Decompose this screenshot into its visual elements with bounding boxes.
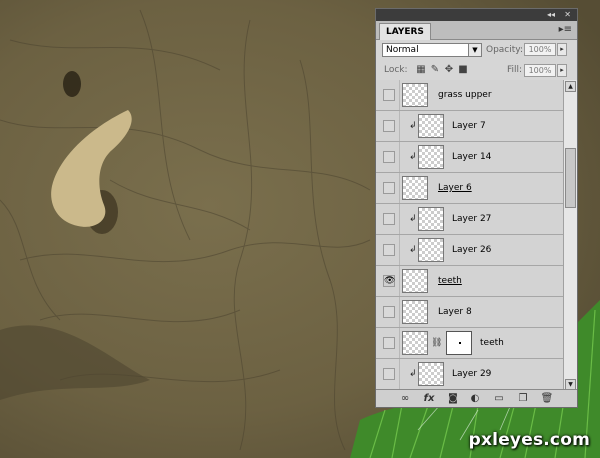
close-icon[interactable]: ✕ <box>564 9 571 21</box>
layer-name: grass upper <box>438 90 492 100</box>
layer-row[interactable]: 👁 teeth <box>376 266 563 297</box>
layer-name: Layer 6 <box>438 183 472 193</box>
layer-row[interactable]: ↲ Layer 29 <box>376 359 563 390</box>
lock-transparent-icon[interactable]: ▦ <box>416 64 426 75</box>
panel-menu-icon[interactable]: ▸≡ <box>559 23 572 37</box>
blend-mode-value: Normal <box>386 45 419 55</box>
eye-icon[interactable]: 👁 <box>383 275 395 287</box>
opacity-stepper[interactable]: ▸ <box>557 43 567 56</box>
layer-thumbnail <box>402 300 428 324</box>
layers-panel: ◂◂ ✕ LAYERS ▸≡ Normal ▼ Opacity: 100% ▸ … <box>375 8 578 408</box>
layer-thumbnail <box>402 331 428 355</box>
layer-name: Layer 26 <box>452 245 492 255</box>
layer-row[interactable]: Layer 6 <box>376 173 563 204</box>
layer-row[interactable]: ⛓ teeth <box>376 328 563 359</box>
group-folder-icon[interactable]: ▭ <box>492 392 506 405</box>
link-layers-icon[interactable]: ∞ <box>398 392 412 405</box>
visibility-toggle[interactable] <box>383 89 395 101</box>
visibility-toggle[interactable] <box>383 151 395 163</box>
layer-name: teeth <box>438 276 462 286</box>
clip-arrow-icon: ↲ <box>409 214 417 224</box>
layer-name: Layer 7 <box>452 121 486 131</box>
clip-arrow-icon: ↲ <box>409 152 417 162</box>
layer-thumbnail <box>418 145 444 169</box>
layer-row[interactable]: ↲ Layer 27 <box>376 204 563 235</box>
layers-list: grass upper ↲ Layer 7 ↲ Layer 14 Layer 6… <box>376 80 563 391</box>
clip-arrow-icon: ↲ <box>409 245 417 255</box>
visibility-toggle[interactable] <box>383 244 395 256</box>
panel-title-bar[interactable]: ◂◂ ✕ <box>376 9 577 21</box>
watermark: pxleyes.com <box>468 430 590 450</box>
add-mask-icon[interactable]: ◙ <box>446 392 460 405</box>
opacity-label: Opacity: <box>486 45 523 55</box>
visibility-toggle[interactable] <box>383 306 395 318</box>
fx-icon[interactable]: fx <box>420 392 438 405</box>
layers-scrollbar[interactable]: ▲ ▼ <box>563 80 577 391</box>
move-icon[interactable]: ✥ <box>444 64 454 75</box>
scroll-up-icon[interactable]: ▲ <box>565 81 576 92</box>
layer-row[interactable]: grass upper <box>376 80 563 111</box>
tab-layers[interactable]: LAYERS <box>379 23 431 40</box>
adjustment-layer-icon[interactable]: ◐ <box>468 392 482 405</box>
layer-name: Layer 29 <box>452 369 492 379</box>
layer-thumbnail <box>418 238 444 262</box>
layer-name: Layer 8 <box>438 307 472 317</box>
chain-link-icon[interactable]: ⛓ <box>431 338 442 348</box>
visibility-toggle[interactable] <box>383 120 395 132</box>
layer-name: Layer 27 <box>452 214 492 224</box>
blend-opacity-row: Normal ▼ Opacity: 100% ▸ <box>376 40 577 60</box>
layer-row[interactable]: ↲ Layer 7 <box>376 111 563 142</box>
fill-label: Fill: <box>507 65 523 75</box>
fill-stepper[interactable]: ▸ <box>557 64 567 77</box>
layer-name: teeth <box>480 338 504 348</box>
blend-mode-select[interactable]: Normal ▼ <box>382 43 482 57</box>
lock-label: Lock: <box>384 65 408 75</box>
layers-bottom-toolbar: ∞ fx ◙ ◐ ▭ ❐ 🗑 <box>376 389 577 407</box>
visibility-toggle[interactable] <box>383 368 395 380</box>
layer-thumbnail <box>418 362 444 386</box>
trash-icon[interactable]: 🗑 <box>540 392 554 405</box>
panel-tab-row: LAYERS ▸≡ <box>376 21 577 40</box>
layer-thumbnail <box>418 114 444 138</box>
layer-row[interactable]: ↲ Layer 14 <box>376 142 563 173</box>
layer-name: Layer 14 <box>452 152 492 162</box>
layer-row[interactable]: Layer 8 <box>376 297 563 328</box>
brush-icon[interactable]: ✎ <box>430 64 440 75</box>
layer-mask-thumbnail[interactable] <box>446 331 472 355</box>
clip-arrow-icon: ↲ <box>409 369 417 379</box>
chevron-down-icon[interactable]: ▼ <box>468 44 481 56</box>
collapse-icon[interactable]: ◂◂ <box>547 9 555 21</box>
layer-thumbnail <box>418 207 444 231</box>
visibility-toggle[interactable] <box>383 182 395 194</box>
layer-thumbnail <box>402 269 428 293</box>
layer-thumbnail <box>402 176 428 200</box>
scroll-thumb[interactable] <box>565 148 576 208</box>
fill-field[interactable]: 100% <box>524 64 556 77</box>
opacity-field[interactable]: 100% <box>524 43 556 56</box>
visibility-toggle[interactable] <box>383 337 395 349</box>
layer-thumbnail <box>402 83 428 107</box>
new-layer-icon[interactable]: ❐ <box>516 392 530 405</box>
visibility-toggle[interactable] <box>383 213 395 225</box>
padlock-icon[interactable]: ■ <box>458 64 468 75</box>
clip-arrow-icon: ↲ <box>409 121 417 131</box>
layer-row[interactable]: ↲ Layer 26 <box>376 235 563 266</box>
lock-fill-row: Lock: ▦ ✎ ✥ ■ Fill: 100% ▸ <box>376 60 577 81</box>
